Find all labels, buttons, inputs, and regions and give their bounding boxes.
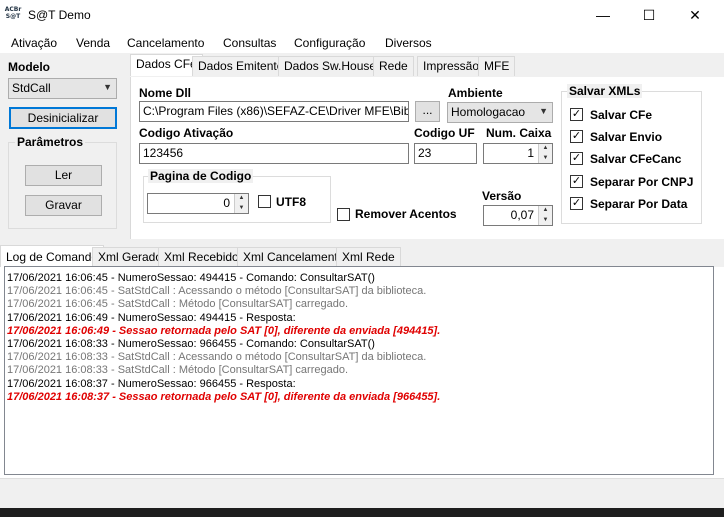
modelo-select[interactable]: StdCall ▼ (8, 78, 117, 99)
menu-bar: Ativação Venda Cancelamento Consultas Co… (0, 33, 724, 53)
codigo-uf-input[interactable]: 23 (414, 143, 477, 164)
pagina-codigo-value: 0 (223, 196, 230, 210)
ler-button[interactable]: Ler (25, 165, 102, 186)
log-line: 17/06/2021 16:06:45 - NumeroSessao: 4944… (7, 272, 375, 284)
tab-xml-recebido[interactable]: Xml Recebido (158, 247, 245, 267)
config-form: Modelo StdCall ▼ Desinicializar Parâmetr… (0, 53, 724, 239)
chevron-down-icon: ▼ (103, 82, 112, 92)
window-title: S@T Demo (28, 8, 91, 22)
codigo-ativacao-label: Codigo Ativação (139, 126, 234, 140)
salvar-cfe-checkbox[interactable]: ✓ (570, 108, 583, 121)
log-line: 17/06/2021 16:08:37 - NumeroSessao: 9664… (7, 377, 296, 390)
config-tab-strip: Dados CFe Dados Emitente Dados Sw.House … (130, 54, 530, 78)
separar-data-label: Separar Por Data (590, 197, 688, 211)
nome-dll-label: Nome Dll (139, 86, 192, 100)
browse-dll-button[interactable]: ... (415, 101, 440, 122)
pagina-codigo-title: Pagina de Codigo (148, 169, 254, 183)
salvar-envio-checkbox[interactable]: ✓ (570, 130, 583, 143)
separar-data-checkbox[interactable]: ✓ (570, 197, 583, 210)
log-tab-strip: Log de Comando Xml Gerado Xml Recebido X… (0, 239, 724, 267)
spin-down-icon[interactable]: ▼ (539, 154, 552, 164)
log-line: 17/06/2021 16:06:45 - SatStdCall : Acess… (7, 285, 427, 298)
chevron-down-icon: ▼ (539, 106, 548, 116)
utf8-checkbox[interactable] (258, 195, 271, 208)
spin-up-icon[interactable]: ▲ (539, 144, 552, 154)
num-caixa-spinner[interactable]: ▲ ▼ (538, 144, 552, 163)
maximize-button[interactable]: ☐ (626, 0, 672, 31)
log-line: 17/06/2021 16:08:33 - SatStdCall : Acess… (7, 351, 427, 364)
versao-value: 0,07 (510, 208, 534, 222)
versao-label: Versão (482, 189, 522, 203)
tab-log-comando[interactable]: Log de Comando (0, 245, 105, 267)
tab-mfe[interactable]: MFE (478, 56, 516, 76)
separar-cnpj-label: Separar Por CNPJ (590, 175, 694, 189)
parametros-title: Parâmetros (15, 135, 86, 149)
modelo-value: StdCall (12, 81, 51, 95)
codigo-ativacao-input[interactable]: 123456 (139, 143, 409, 164)
tab-rede[interactable]: Rede (373, 56, 414, 76)
salvar-cfe-label: Salvar CFe (590, 108, 653, 122)
log-line: 17/06/2021 16:08:37 - Sessao retornada p… (7, 390, 441, 403)
minimize-button[interactable]: — (580, 0, 626, 31)
salvar-cfecanc-checkbox[interactable]: ✓ (570, 152, 583, 165)
menu-venda[interactable]: Venda (76, 36, 110, 50)
tab-xml-cancelamento[interactable]: Xml Cancelamento (237, 247, 351, 267)
tab-xml-gerado[interactable]: Xml Gerado (92, 247, 169, 267)
salvar-cfecanc-label: Salvar CFeCanc (590, 152, 682, 166)
remover-acentos-label: Remover Acentos (355, 207, 457, 221)
log-line: 17/06/2021 16:06:45 - SatStdCall : Métod… (7, 298, 348, 311)
app-logo-icon: ACBr S@T (4, 6, 22, 20)
tab-impressao[interactable]: Impressão (417, 56, 486, 76)
menu-configuracao[interactable]: Configuração (294, 36, 365, 50)
tab-dados-sw-house[interactable]: Dados Sw.House (278, 56, 383, 76)
menu-cancelamento[interactable]: Cancelamento (127, 36, 204, 50)
close-button[interactable]: ✕ (672, 0, 718, 31)
salvar-xmls-title: Salvar XMLs (567, 84, 643, 98)
ambiente-select[interactable]: Homologacao ▼ (447, 102, 553, 123)
versao-spinner[interactable]: ▲ ▼ (538, 206, 552, 225)
nome-dll-input[interactable]: C:\Program Files (x86)\SEFAZ-CE\Driver M… (139, 101, 409, 122)
title-bar: ACBr S@T S@T Demo — ☐ ✕ (0, 0, 724, 31)
num-caixa-value: 1 (527, 146, 534, 160)
log-textbox[interactable]: 17/06/2021 16:06:45 - NumeroSessao: 4944… (4, 266, 714, 475)
ambiente-label: Ambiente (448, 86, 503, 100)
num-caixa-input[interactable]: 1 ▲ ▼ (483, 143, 553, 164)
gravar-button[interactable]: Gravar (25, 195, 102, 216)
tab-dados-emitente[interactable]: Dados Emitente (192, 56, 290, 76)
pagina-codigo-input[interactable]: 0 ▲ ▼ (147, 193, 249, 214)
spin-down-icon[interactable]: ▼ (539, 216, 552, 226)
codigo-uf-label: Codigo UF (414, 126, 475, 140)
separar-cnpj-checkbox[interactable]: ✓ (570, 175, 583, 188)
log-line: 17/06/2021 16:06:49 - NumeroSessao: 4944… (7, 311, 296, 324)
salvar-envio-label: Salvar Envio (590, 130, 663, 144)
spin-down-icon[interactable]: ▼ (235, 204, 248, 214)
remover-acentos-checkbox[interactable] (337, 208, 350, 221)
status-bar (0, 478, 724, 508)
log-line: 17/06/2021 16:08:33 - SatStdCall : Métod… (7, 364, 348, 377)
menu-ativacao[interactable]: Ativação (11, 36, 57, 50)
versao-input[interactable]: 0,07 ▲ ▼ (483, 205, 553, 226)
tab-xml-rede[interactable]: Xml Rede (336, 247, 401, 267)
spin-up-icon[interactable]: ▲ (235, 194, 248, 204)
modelo-label: Modelo (8, 60, 50, 74)
pagina-codigo-spinner[interactable]: ▲ ▼ (234, 194, 248, 213)
taskbar-strip (0, 508, 724, 517)
log-line: 17/06/2021 16:08:33 - NumeroSessao: 9664… (7, 337, 375, 350)
log-line: 17/06/2021 16:06:49 - Sessao retornada p… (7, 324, 441, 337)
menu-diversos[interactable]: Diversos (385, 36, 432, 50)
menu-consultas[interactable]: Consultas (223, 36, 276, 50)
num-caixa-label: Num. Caixa (486, 126, 552, 140)
desinicializar-button[interactable]: Desinicializar (9, 107, 117, 129)
spin-up-icon[interactable]: ▲ (539, 206, 552, 216)
ambiente-value: Homologacao (451, 105, 526, 119)
utf8-label: UTF8 (276, 195, 306, 209)
